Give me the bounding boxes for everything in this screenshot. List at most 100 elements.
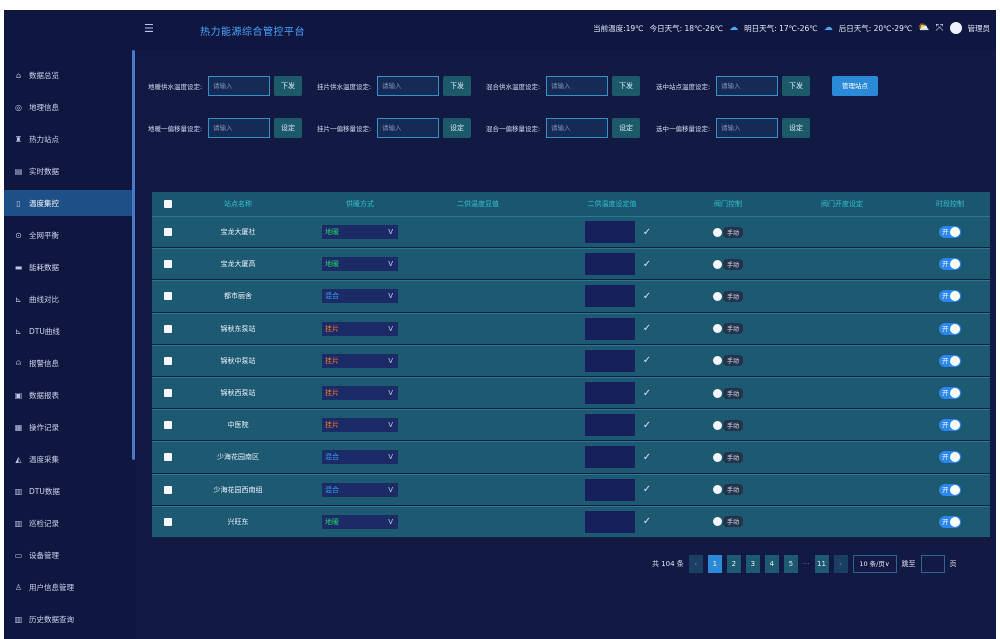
setpoint-input[interactable]	[584, 253, 635, 276]
row-checkbox-cell[interactable]	[158, 507, 178, 537]
set-button[interactable]: 设定	[612, 118, 640, 138]
select-all-checkbox-cell[interactable]	[158, 192, 178, 216]
time-control-switch[interactable]: 开	[939, 322, 961, 335]
sidebar-item-7[interactable]: ⊾ 曲线对比	[4, 286, 132, 312]
sidebar-item-14[interactable]: ▥ 巡检记录	[4, 510, 132, 536]
page-button-last[interactable]: 11	[814, 555, 829, 573]
page-button-2[interactable]: 2	[726, 555, 741, 573]
time-control-switch[interactable]: 开	[939, 483, 961, 496]
setting-input[interactable]: 请输入	[716, 76, 778, 96]
sidebar-item-10[interactable]: ▣ 数据报表	[4, 382, 132, 408]
valve-manual-toggle[interactable]: 手动	[712, 516, 743, 528]
row-checkbox-cell[interactable]	[158, 346, 178, 376]
time-control-switch[interactable]: 开	[939, 258, 961, 271]
valve-manual-toggle[interactable]: 手动	[712, 419, 743, 431]
set-button[interactable]: 设定	[274, 118, 302, 138]
sidebar-item-11[interactable]: ▦ 操作记录	[4, 414, 132, 440]
valve-manual-toggle[interactable]: 手动	[712, 323, 743, 335]
setpoint-input[interactable]	[584, 446, 635, 469]
confirm-check-icon[interactable]: ✓	[643, 227, 651, 238]
setpoint-input[interactable]	[584, 414, 635, 437]
setpoint-input[interactable]	[584, 349, 635, 372]
row-checkbox[interactable]	[164, 260, 172, 269]
valve-manual-toggle[interactable]: 手动	[712, 355, 743, 367]
page-ellipsis[interactable]: ···	[803, 560, 810, 568]
setpoint-input[interactable]	[584, 317, 635, 340]
sidebar-scrollbar[interactable]	[132, 50, 135, 460]
time-control-switch[interactable]: 开	[939, 419, 961, 432]
sidebar-item-13[interactable]: ▥ DTU数据	[4, 478, 132, 504]
valve-manual-toggle[interactable]: 手动	[712, 387, 743, 399]
issue-button[interactable]: 下发	[612, 76, 640, 96]
time-control-switch[interactable]: 开	[939, 226, 961, 239]
page-size-select[interactable]: 10 条/页∨	[852, 555, 897, 573]
manage-stations-button[interactable]: 管理站点	[832, 76, 878, 96]
setting-input[interactable]: 请输入	[546, 118, 608, 138]
page-button-4[interactable]: 4	[764, 555, 779, 573]
setting-input[interactable]: 请输入	[716, 118, 778, 138]
row-checkbox-cell[interactable]	[158, 281, 178, 311]
sidebar-item-6[interactable]: ▬ 能耗数据	[4, 254, 132, 280]
setpoint-input[interactable]	[584, 221, 635, 244]
row-checkbox[interactable]	[164, 453, 172, 462]
setpoint-input[interactable]	[584, 478, 635, 501]
heating-mode-select[interactable]: 挂片 V	[322, 321, 398, 336]
heating-mode-select[interactable]: 地暖 V	[322, 225, 398, 240]
heating-mode-select[interactable]: 混合 V	[322, 450, 398, 465]
confirm-check-icon[interactable]: ✓	[643, 259, 651, 270]
valve-manual-toggle[interactable]: 手动	[712, 258, 743, 270]
sidebar-item-3[interactable]: ▤ 实时数据	[4, 158, 132, 184]
heating-mode-select[interactable]: 挂片 V	[322, 353, 398, 368]
row-checkbox[interactable]	[164, 228, 172, 237]
goto-page-input[interactable]	[920, 555, 945, 573]
heating-mode-select[interactable]: 混合 V	[322, 482, 398, 497]
row-checkbox[interactable]	[164, 292, 172, 301]
sidebar-item-15[interactable]: ▭ 设备管理	[4, 542, 132, 568]
valve-manual-toggle[interactable]: 手动	[712, 451, 743, 463]
sidebar-item-12[interactable]: ◭ 温度采集	[4, 446, 132, 472]
next-page-button[interactable]: ›	[833, 555, 848, 573]
confirm-check-icon[interactable]: ✓	[643, 355, 651, 366]
confirm-check-icon[interactable]: ✓	[643, 484, 651, 495]
row-checkbox-cell[interactable]	[158, 442, 178, 472]
heating-mode-select[interactable]: 混合 V	[322, 289, 398, 304]
select-all-checkbox[interactable]	[164, 200, 172, 208]
heating-mode-select[interactable]: 挂片 V	[322, 418, 398, 433]
sidebar-item-16[interactable]: ♙ 用户信息管理	[4, 574, 132, 600]
sidebar-item-4[interactable]: ▯ 温度集控	[4, 190, 132, 216]
set-button[interactable]: 设定	[443, 118, 471, 138]
confirm-check-icon[interactable]: ✓	[643, 420, 651, 431]
time-control-switch[interactable]: 开	[939, 515, 961, 528]
page-button-3[interactable]: 3	[745, 555, 760, 573]
heating-mode-select[interactable]: 地暖 V	[322, 257, 398, 272]
time-control-switch[interactable]: 开	[939, 387, 961, 400]
sidebar-item-2[interactable]: ♜ 热力站点	[4, 126, 132, 152]
confirm-check-icon[interactable]: ✓	[643, 388, 651, 399]
user-name[interactable]: 管理员	[968, 23, 991, 34]
setpoint-input[interactable]	[584, 510, 635, 533]
row-checkbox-cell[interactable]	[158, 410, 178, 440]
sidebar-item-5[interactable]: ⊙ 全网平衡	[4, 222, 132, 248]
setting-input[interactable]: 请输入	[377, 76, 439, 96]
row-checkbox[interactable]	[164, 421, 172, 430]
sidebar-item-17[interactable]: ▥ 历史数据查询	[4, 606, 132, 632]
row-checkbox-cell[interactable]	[158, 378, 178, 408]
time-control-switch[interactable]: 开	[939, 451, 961, 464]
issue-button[interactable]: 下发	[443, 76, 471, 96]
confirm-check-icon[interactable]: ✓	[643, 323, 651, 334]
heating-mode-select[interactable]: 挂片 V	[322, 386, 398, 401]
time-control-switch[interactable]: 开	[939, 290, 961, 303]
issue-button[interactable]: 下发	[782, 76, 810, 96]
prev-page-button[interactable]: ‹	[688, 555, 703, 573]
confirm-check-icon[interactable]: ✓	[643, 452, 651, 463]
heating-mode-select[interactable]: 地暖 V	[322, 514, 398, 529]
confirm-check-icon[interactable]: ✓	[643, 516, 651, 527]
row-checkbox-cell[interactable]	[158, 249, 178, 279]
sidebar-item-1[interactable]: ◎ 地理信息	[4, 94, 132, 120]
row-checkbox[interactable]	[164, 389, 172, 398]
page-button-5[interactable]: 5	[783, 555, 798, 573]
sidebar-item-0[interactable]: ⌂ 数据总览	[4, 62, 132, 88]
row-checkbox[interactable]	[164, 356, 172, 365]
avatar[interactable]	[949, 22, 962, 34]
row-checkbox[interactable]	[164, 517, 172, 526]
